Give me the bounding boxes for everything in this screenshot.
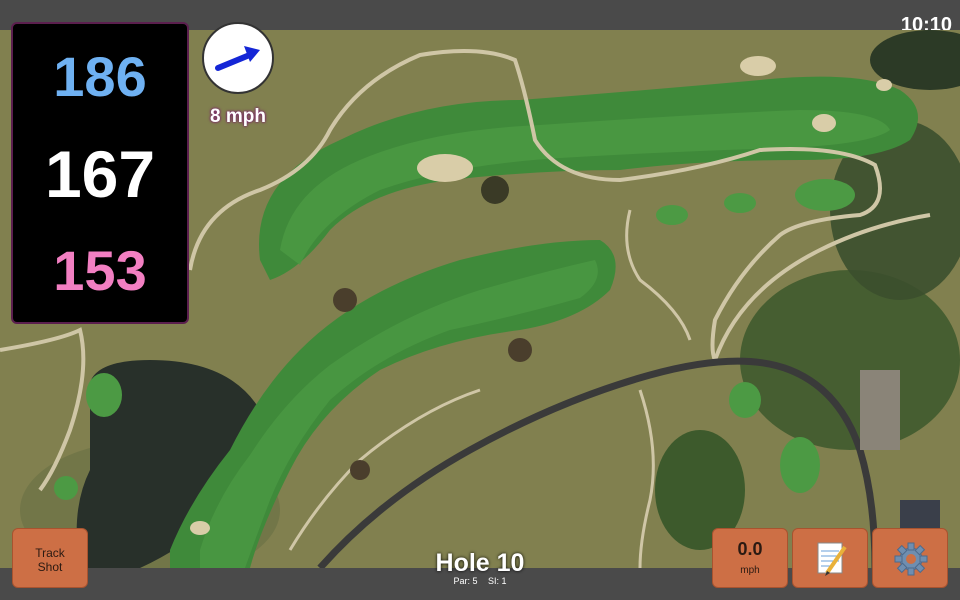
middle-of-green-distance: 167 xyxy=(44,137,156,211)
notepad-pencil-icon xyxy=(817,542,847,576)
hole-title: Hole 10 xyxy=(435,549,525,577)
gear-icon xyxy=(894,542,928,576)
track-shot-label-line1: Track xyxy=(35,546,65,560)
track-shot-label-line2: Shot xyxy=(37,560,63,574)
speed-value: 0.0 xyxy=(737,539,763,559)
hole-par: Par: 5 xyxy=(453,576,478,586)
wind-direction-indicator xyxy=(202,22,274,94)
speed-unit: mph xyxy=(740,565,760,576)
wind-speed-label: 8 mph xyxy=(210,106,266,127)
distance-panel: 186 167 153 xyxy=(11,22,189,324)
hole-stroke-index: SI: 1 xyxy=(488,576,507,586)
notes-button[interactable] xyxy=(792,528,868,588)
hole-info: Par: 5 SI: 1 xyxy=(380,576,580,586)
settings-button[interactable] xyxy=(872,528,948,588)
front-of-green-distance: 153 xyxy=(53,239,147,302)
speed-button[interactable]: 0.0 mph xyxy=(712,528,788,588)
arrow-up-right-icon xyxy=(215,46,260,71)
back-of-green-distance: 186 xyxy=(53,45,147,108)
track-shot-button[interactable]: Track Shot xyxy=(12,528,88,588)
